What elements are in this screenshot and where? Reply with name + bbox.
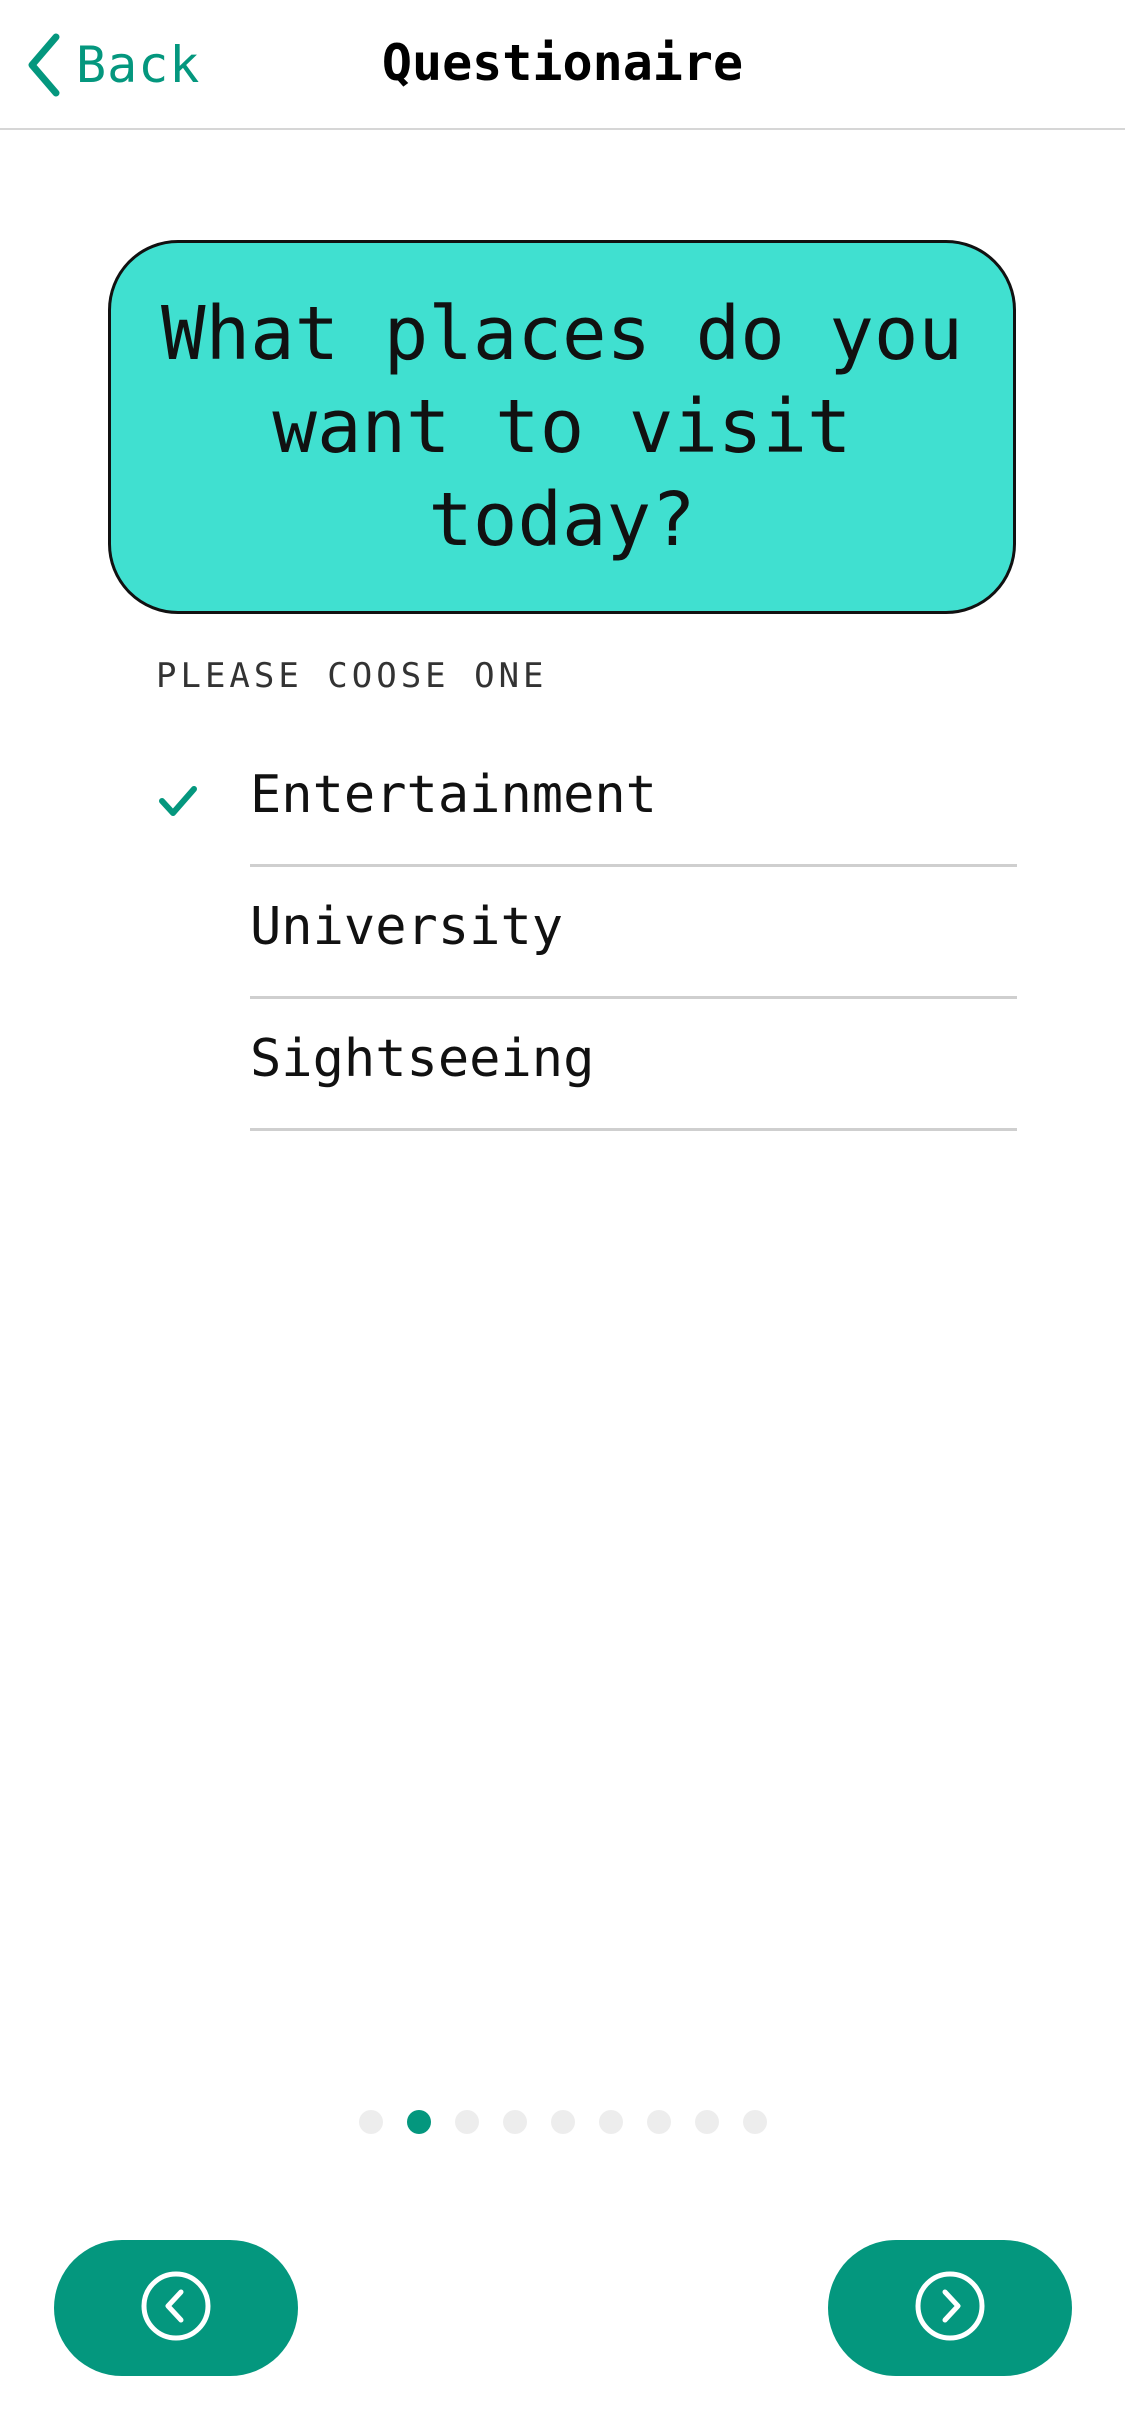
- page-indicator: [0, 2110, 1125, 2134]
- question-card: What places do you want to visit today?: [108, 240, 1016, 614]
- page-dot: [742, 2110, 767, 2134]
- page-dot-active: [406, 2110, 431, 2134]
- option-entertainment[interactable]: Entertainment: [0, 735, 1125, 867]
- chevron-left-circle-icon: [140, 2270, 212, 2346]
- page-title: Questionaire: [381, 34, 744, 92]
- page-dot: [694, 2110, 719, 2134]
- option-university[interactable]: University: [0, 867, 1125, 999]
- option-sightseeing[interactable]: Sightseeing: [0, 999, 1125, 1131]
- option-label: Entertainment: [250, 765, 657, 825]
- question-text: What places do you want to visit today?: [161, 290, 963, 563]
- options-list: Entertainment University Sightseeing: [0, 735, 1125, 1131]
- checkmark-icon: [156, 779, 200, 823]
- navigation-bar: Back Questionaire: [0, 0, 1125, 130]
- page-dot: [358, 2110, 383, 2134]
- page-dot: [550, 2110, 575, 2134]
- chevron-right-circle-icon: [914, 2270, 986, 2346]
- page-dot: [502, 2110, 527, 2134]
- next-button[interactable]: [828, 2240, 1072, 2376]
- page-dot: [598, 2110, 623, 2134]
- previous-button[interactable]: [54, 2240, 298, 2376]
- option-label: Sightseeing: [250, 1029, 595, 1089]
- page-dot: [454, 2110, 479, 2134]
- option-label: University: [250, 897, 564, 957]
- divider: [250, 1128, 1017, 1131]
- choose-hint: PLEASE COOSE ONE: [156, 656, 548, 696]
- page-dot: [646, 2110, 671, 2134]
